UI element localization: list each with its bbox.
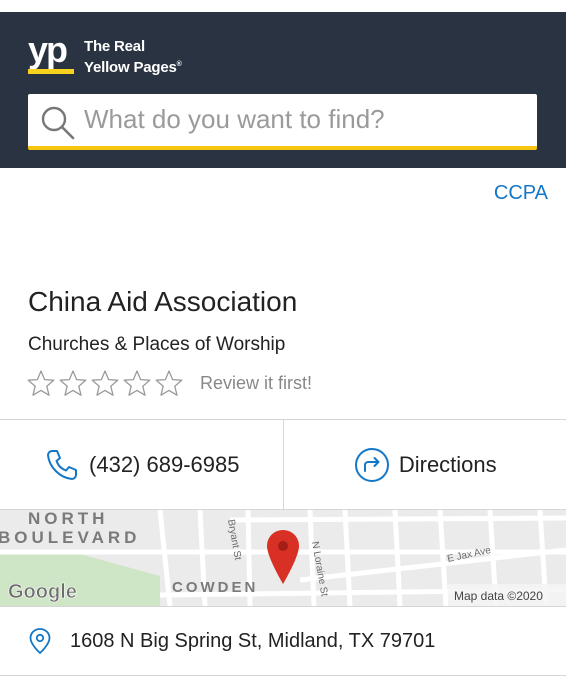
address-text: 1608 N Big Spring St, Midland, TX 79701 [70, 629, 436, 652]
star-empty-icon [27, 370, 55, 396]
logo-tagline: The Real Yellow Pages® [84, 38, 182, 77]
header: yp The Real Yellow Pages® [0, 12, 566, 168]
address-row[interactable]: 1608 N Big Spring St, Midland, TX 79701 [0, 606, 566, 676]
search-box[interactable] [28, 94, 537, 150]
directions-label: Directions [398, 451, 497, 477]
map-preview[interactable]: NORTH BOULEVARD Bryant St N Loraine St E… [0, 510, 566, 606]
logo-line-2: Yellow Pages [84, 59, 177, 76]
search-input[interactable] [84, 94, 524, 144]
map-label-boulevard: BOULEVARD [0, 528, 140, 547]
logo-underline [28, 69, 74, 74]
rating-row: Review it first! [26, 368, 312, 398]
action-bar: (432) 689-6985 Directions [0, 419, 566, 510]
yp-logo[interactable]: yp The Real Yellow Pages® [28, 30, 208, 88]
star-empty-icon [59, 370, 87, 396]
logo-mark: yp [28, 29, 68, 70]
star-empty-icon [155, 370, 183, 396]
map-canvas: NORTH BOULEVARD Bryant St N Loraine St E… [0, 510, 566, 606]
map-label-north: NORTH [28, 510, 108, 528]
business-name: China Aid Association [28, 286, 298, 317]
map-attribution: Map data ©2020 [454, 589, 543, 603]
review-link[interactable]: Review it first! [200, 373, 312, 394]
ccpa-link[interactable]: CCPA [494, 182, 548, 205]
map-label-cowden: COWDEN [172, 579, 258, 596]
google-logo: Google [8, 581, 77, 603]
directions-icon [354, 447, 389, 482]
directions-button[interactable]: Directions [282, 420, 566, 509]
logo-trademark: ® [176, 61, 182, 68]
star-empty-icon [91, 370, 119, 396]
top-strip [0, 0, 566, 12]
logo-line-1: The Real [84, 38, 145, 55]
call-button[interactable]: (432) 689-6985 [0, 420, 283, 509]
phone-number: (432) 689-6985 [89, 451, 240, 477]
star-rating[interactable] [26, 369, 184, 397]
business-category[interactable]: Churches & Places of Worship [28, 334, 285, 356]
location-pin-icon [29, 628, 51, 655]
search-icon[interactable] [40, 105, 76, 141]
star-empty-icon [123, 370, 151, 396]
phone-icon [47, 449, 78, 480]
